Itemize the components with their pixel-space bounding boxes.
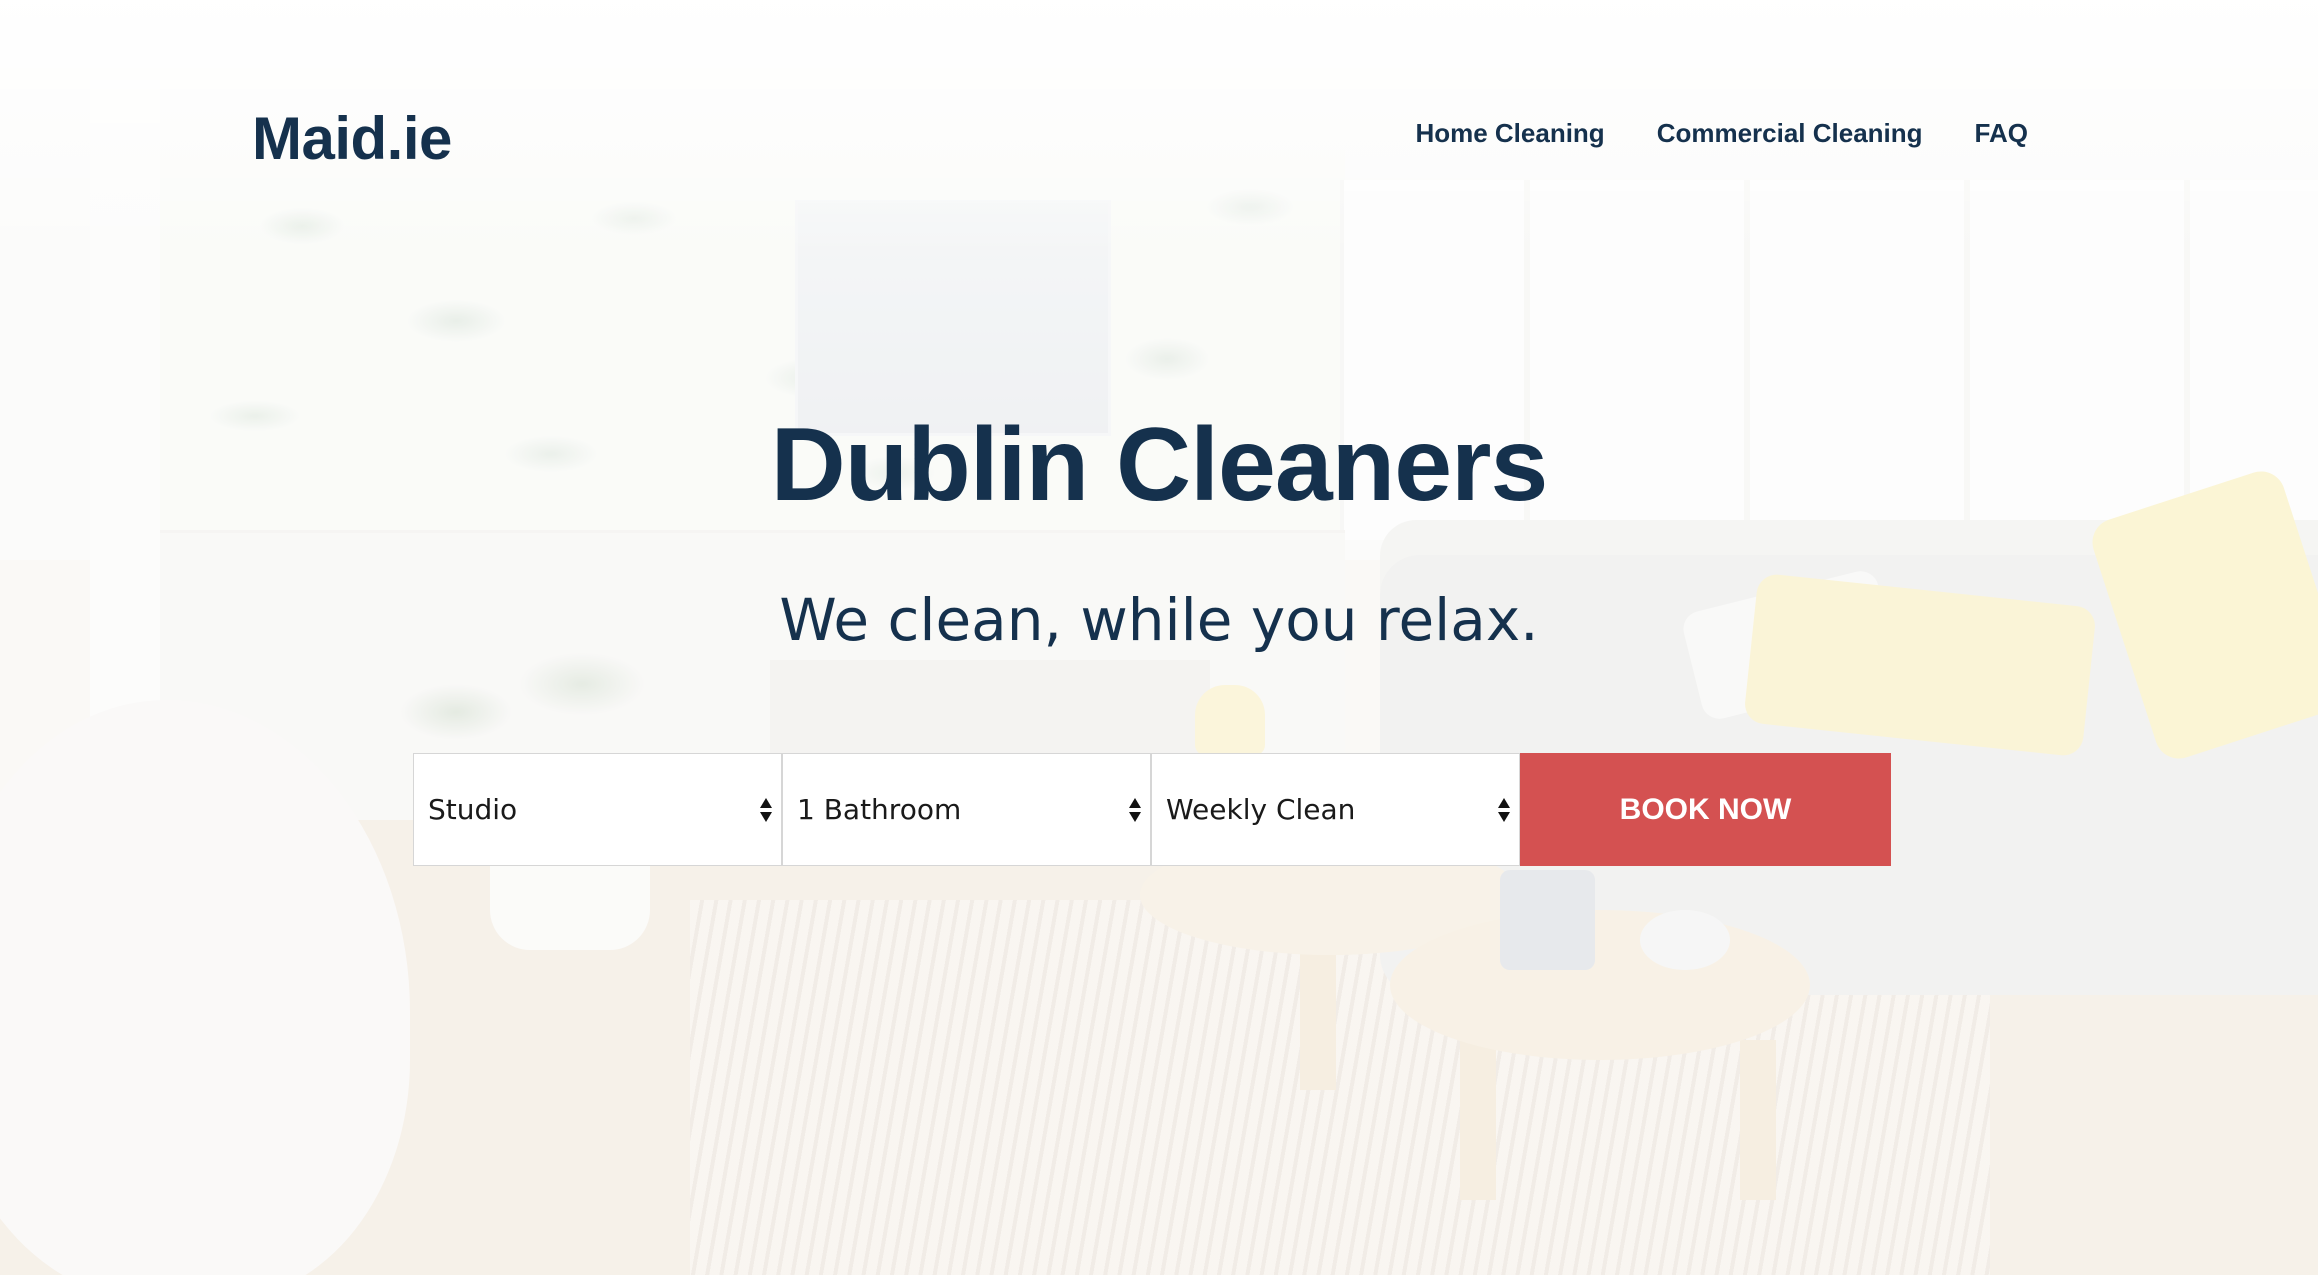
property-size-value: Studio	[428, 793, 518, 826]
site-logo[interactable]: Maid.ie	[252, 104, 452, 174]
book-now-button[interactable]: BOOK NOW	[1520, 753, 1891, 866]
main-nav: Home Cleaning Commercial Cleaning FAQ	[1415, 118, 2028, 149]
bathrooms-select[interactable]: 1 Bathroom	[782, 753, 1151, 866]
frequency-value: Weekly Clean	[1166, 793, 1356, 826]
up-down-arrows-icon	[1498, 797, 1510, 822]
up-down-arrows-icon	[760, 797, 772, 822]
up-down-arrows-icon	[1129, 797, 1141, 822]
hero-title: Dublin Cleaners	[770, 407, 1549, 523]
property-size-select[interactable]: Studio	[413, 753, 782, 866]
bathrooms-value: 1 Bathroom	[797, 793, 962, 826]
booking-form: Studio 1 Bathroom Weekly Clean BOOK NOW	[413, 753, 1891, 866]
nav-faq[interactable]: FAQ	[1975, 118, 2028, 149]
nav-home-cleaning[interactable]: Home Cleaning	[1415, 118, 1604, 149]
nav-commercial-cleaning[interactable]: Commercial Cleaning	[1657, 118, 1923, 149]
frequency-select[interactable]: Weekly Clean	[1151, 753, 1520, 866]
hero-subtitle: We clean, while you relax.	[779, 586, 1539, 654]
